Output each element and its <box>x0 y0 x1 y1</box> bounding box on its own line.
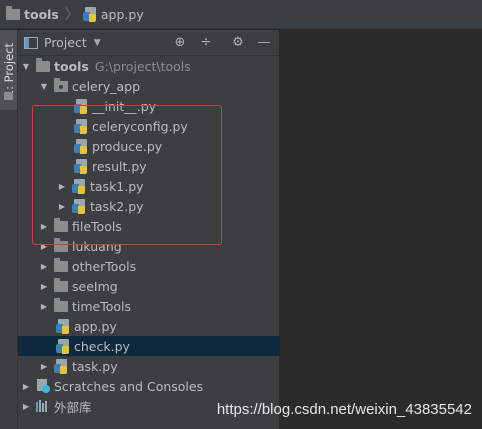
tree-label: fileTools <box>72 218 122 234</box>
tree-row-celery-app[interactable]: ▼ celery_app <box>18 76 280 96</box>
tree-row-file[interactable]: __init__.py <box>18 96 280 116</box>
package-folder-icon <box>54 77 68 92</box>
collapsed-arrow-icon[interactable]: ▶ <box>20 402 32 411</box>
python-file-icon <box>74 138 88 154</box>
hide-panel-icon[interactable]: — <box>256 35 272 51</box>
library-icon <box>36 400 50 412</box>
scratches-icon <box>36 379 50 393</box>
project-view-selector[interactable]: Project <box>44 35 87 50</box>
collapsed-arrow-icon[interactable]: ▶ <box>38 282 50 291</box>
tree-path: G:\project\tools <box>94 58 191 74</box>
tree-row-folder[interactable]: ▶ fileTools <box>18 216 280 236</box>
tree-label: seeImg <box>72 278 118 294</box>
python-file-icon <box>82 6 97 22</box>
folder-icon <box>54 217 68 232</box>
python-file-icon <box>56 318 70 334</box>
tree-row-file[interactable]: result.py <box>18 156 280 176</box>
tree-label: celeryconfig.py <box>92 118 188 134</box>
tree-label: check.py <box>74 338 130 354</box>
tree-label: timeTools <box>72 298 132 314</box>
tree-label: lukuang <box>72 238 122 254</box>
collapsed-arrow-icon[interactable]: ▶ <box>38 362 50 371</box>
project-view-icon <box>24 36 38 49</box>
tree-label: app.py <box>74 318 117 334</box>
folder-icon <box>54 237 68 252</box>
tree-label: __init__.py <box>92 98 157 114</box>
tree-label: 外部库 <box>54 399 92 415</box>
tree-label: task2.py <box>90 198 144 214</box>
chevron-down-icon[interactable]: ▼ <box>94 38 101 48</box>
editor-area[interactable] <box>281 30 482 429</box>
tree-row-file[interactable]: ▶ task.py <box>18 356 280 376</box>
expanded-arrow-icon[interactable]: ▼ <box>20 62 32 71</box>
tree-row-file[interactable]: celeryconfig.py <box>18 116 280 136</box>
tree-label: celery_app <box>72 78 141 94</box>
breadcrumb-item-tools[interactable]: tools <box>6 5 59 22</box>
breadcrumb-item-app[interactable]: app.py <box>82 6 144 22</box>
python-file-icon <box>74 158 88 174</box>
tree-label: tools <box>54 58 89 74</box>
project-panel: Project ▼ ⊕ ÷ ⚙ — ▼ tools G:\project\too… <box>18 30 280 429</box>
python-file-icon <box>72 198 86 214</box>
python-file-icon <box>72 178 86 194</box>
breadcrumb-separator: 〉 <box>64 7 79 23</box>
collapsed-arrow-icon[interactable]: ▶ <box>38 222 50 231</box>
collapsed-arrow-icon[interactable]: ▶ <box>56 202 68 211</box>
folder-icon <box>54 297 68 312</box>
folder-icon <box>54 257 68 272</box>
tree-row-file[interactable]: produce.py <box>18 136 280 156</box>
project-tool-tab-label: 1: Project <box>1 42 16 98</box>
folder-icon <box>36 57 50 72</box>
collapsed-arrow-icon[interactable]: ▶ <box>38 302 50 311</box>
tree-row-file[interactable]: ▶ task2.py <box>18 196 280 216</box>
breadcrumb: tools 〉 app.py <box>0 0 482 29</box>
tree-row-folder[interactable]: ▶ lukuang <box>18 236 280 256</box>
collapsed-arrow-icon[interactable]: ▶ <box>38 242 50 251</box>
locate-icon[interactable]: ⊕ <box>172 35 188 51</box>
structure-square-icon[interactable] <box>4 92 13 100</box>
python-file-icon <box>54 358 68 374</box>
collapse-all-icon[interactable]: ÷ <box>198 35 214 51</box>
breadcrumb-file-label: app.py <box>100 6 144 22</box>
python-file-icon <box>74 98 88 114</box>
expanded-arrow-icon[interactable]: ▼ <box>38 82 50 91</box>
tree-label: task.py <box>72 358 118 374</box>
tree-row-folder[interactable]: ▶ timeTools <box>18 296 280 316</box>
python-file-icon <box>74 118 88 134</box>
breadcrumb-root-label: tools <box>24 6 59 22</box>
folder-icon <box>54 277 68 292</box>
tree-label: result.py <box>92 158 147 174</box>
collapsed-arrow-icon[interactable]: ▶ <box>38 262 50 271</box>
project-panel-header: Project ▼ ⊕ ÷ ⚙ — <box>18 30 279 56</box>
collapsed-arrow-icon[interactable]: ▶ <box>20 382 32 391</box>
tree-row-root[interactable]: ▼ tools G:\project\tools <box>18 56 280 76</box>
gear-icon[interactable]: ⚙ <box>230 35 246 51</box>
tree-row-scratches[interactable]: ▶ Scratches and Consoles <box>18 376 280 396</box>
watermark: https://blog.csdn.net/weixin_43835542 <box>216 401 472 418</box>
tree-row-file-selected[interactable]: check.py <box>18 336 280 356</box>
tree-label: produce.py <box>92 138 163 154</box>
tree-row-folder[interactable]: ▶ otherTools <box>18 256 280 276</box>
python-file-icon <box>56 338 70 354</box>
tree-label: task1.py <box>90 178 144 194</box>
tree-label: otherTools <box>72 258 137 274</box>
collapsed-arrow-icon[interactable]: ▶ <box>56 182 68 191</box>
folder-icon <box>6 5 20 20</box>
tree-row-file[interactable]: app.py <box>18 316 280 336</box>
tree-row-folder[interactable]: ▶ seeImg <box>18 276 280 296</box>
tree-label: Scratches and Consoles <box>54 378 204 394</box>
tree-row-file[interactable]: ▶ task1.py <box>18 176 280 196</box>
tool-window-strip: 1: Project <box>0 30 18 429</box>
